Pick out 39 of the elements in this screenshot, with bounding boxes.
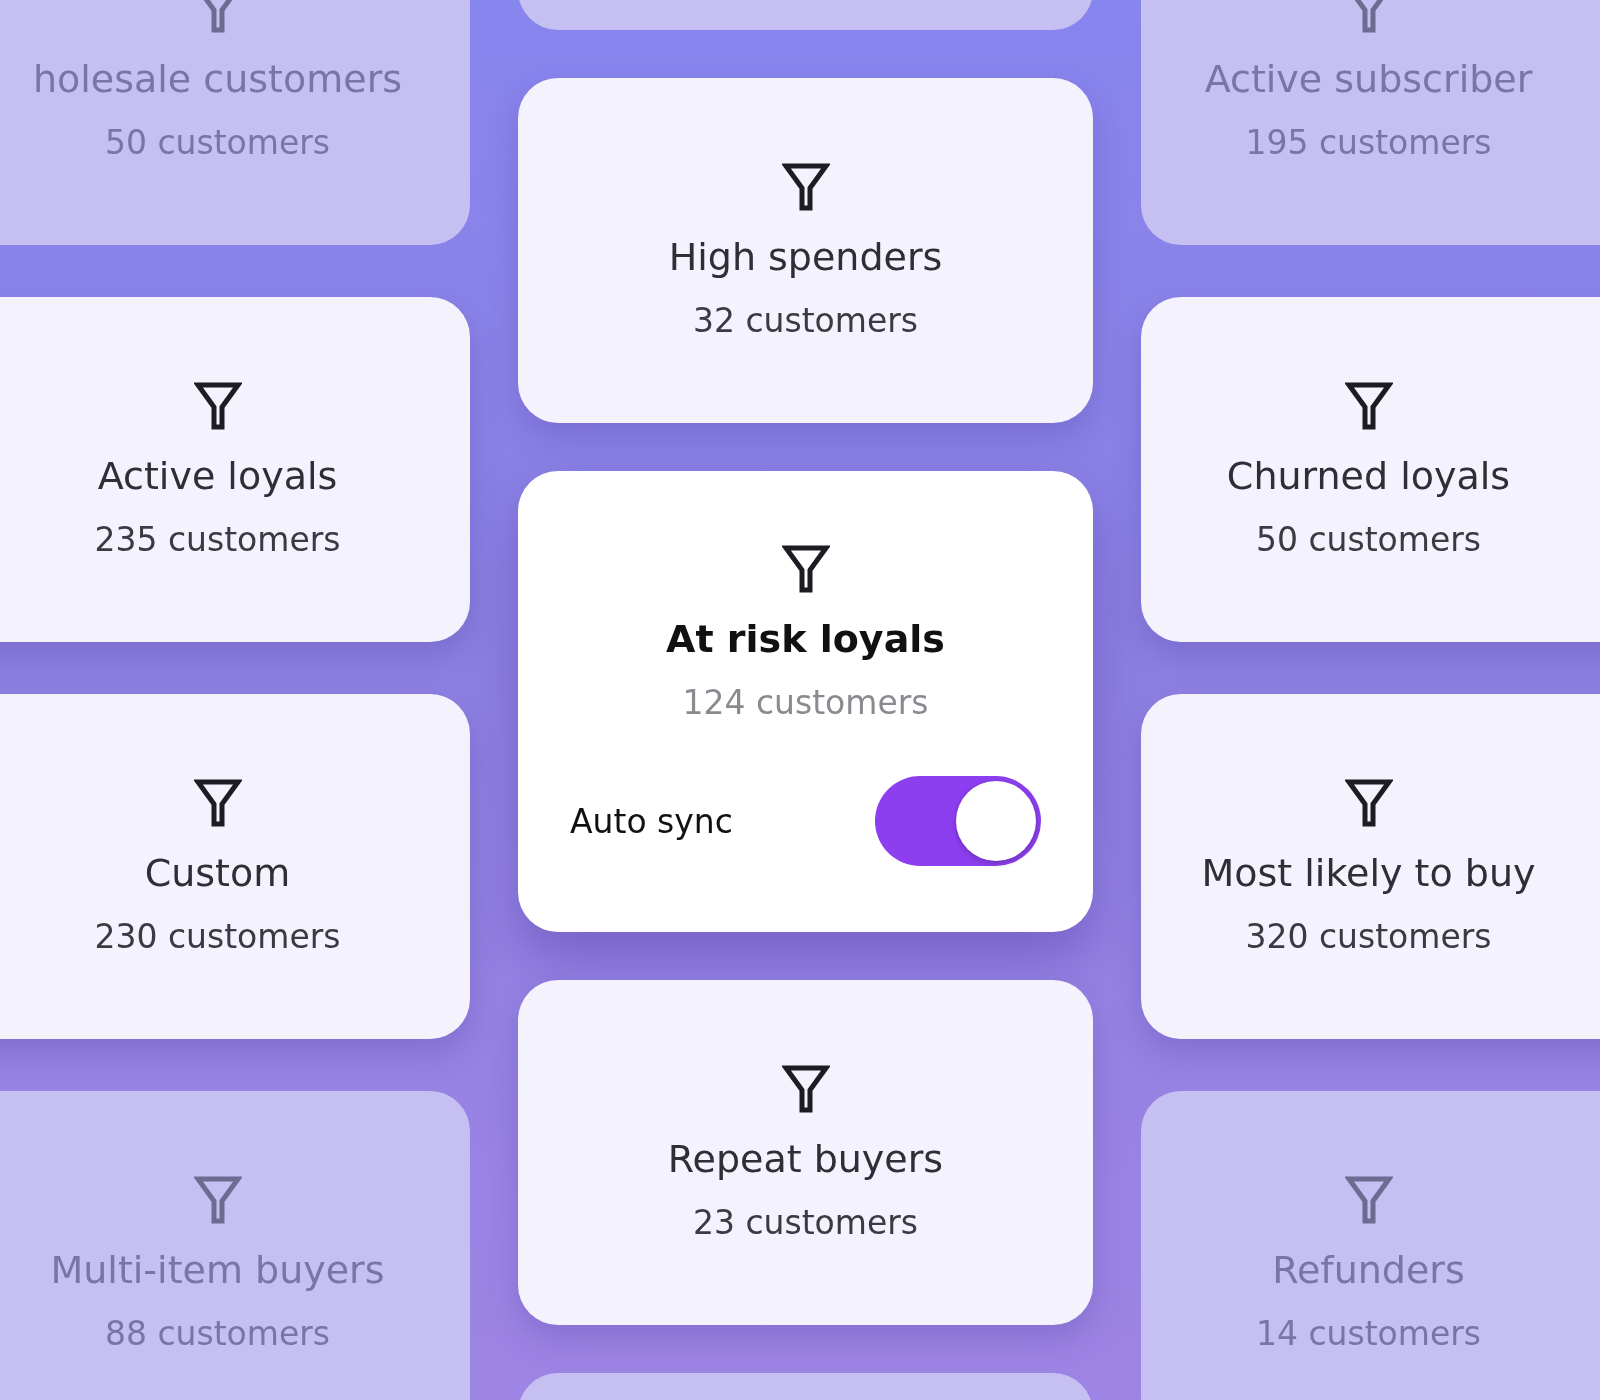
customer-count: 230 customers: [94, 917, 341, 956]
segment-title: At risk loyals: [666, 617, 945, 661]
segment-card[interactable]: Churned loyals 50 customers: [1141, 297, 1600, 642]
segment-title: Refunders: [1272, 1248, 1465, 1292]
segment-title: Active subscriber: [1204, 57, 1533, 101]
segment-title: holesale customers: [32, 57, 403, 101]
filter-icon: [193, 380, 242, 432]
segment-title: Multi-item buyers: [50, 1248, 385, 1292]
segment-card[interactable]: Repeat buyers 23 customers: [518, 980, 1093, 1325]
customer-count: 32 customers: [692, 301, 919, 340]
customer-count: 124 customers: [682, 683, 929, 722]
filter-icon: [1344, 380, 1393, 432]
filter-icon: [781, 543, 830, 595]
segment-card[interactable]: High spenders 32 customers: [518, 78, 1093, 423]
customer-count: 23 customers: [692, 1203, 919, 1242]
segment-title: Repeat buyers: [667, 1137, 944, 1181]
filter-icon: [1344, 777, 1393, 829]
segment-title: Custom: [144, 851, 291, 895]
customer-count: 50 customers: [1255, 520, 1482, 559]
filter-icon: [781, 161, 830, 213]
customer-count: 235 customers: [94, 520, 341, 559]
segment-title: Active loyals: [97, 454, 338, 498]
segment-title: High spenders: [668, 235, 943, 279]
customer-count: 195 customers: [1245, 123, 1492, 162]
segment-title: Most likely to buy: [1201, 851, 1536, 895]
customer-count: 320 customers: [1245, 917, 1492, 956]
customer-count: 14 customers: [1255, 1314, 1482, 1353]
segment-card[interactable]: Most likely to buy 320 customers: [1141, 694, 1600, 1039]
segment-title: Churned loyals: [1226, 454, 1511, 498]
filter-icon: [193, 777, 242, 829]
filter-icon: [1344, 1174, 1393, 1226]
filter-icon: [781, 1063, 830, 1115]
segment-card[interactable]: Custom 230 customers: [0, 694, 470, 1039]
segment-card[interactable]: At risk loyals 124 customers Auto sync: [518, 471, 1093, 932]
filter-icon: [193, 1174, 242, 1226]
segment-card[interactable]: Active loyals 235 customers: [0, 297, 470, 642]
customer-count: 50 customers: [104, 123, 331, 162]
customer-count: 88 customers: [104, 1314, 331, 1353]
toggle-label: Auto sync: [570, 801, 733, 841]
